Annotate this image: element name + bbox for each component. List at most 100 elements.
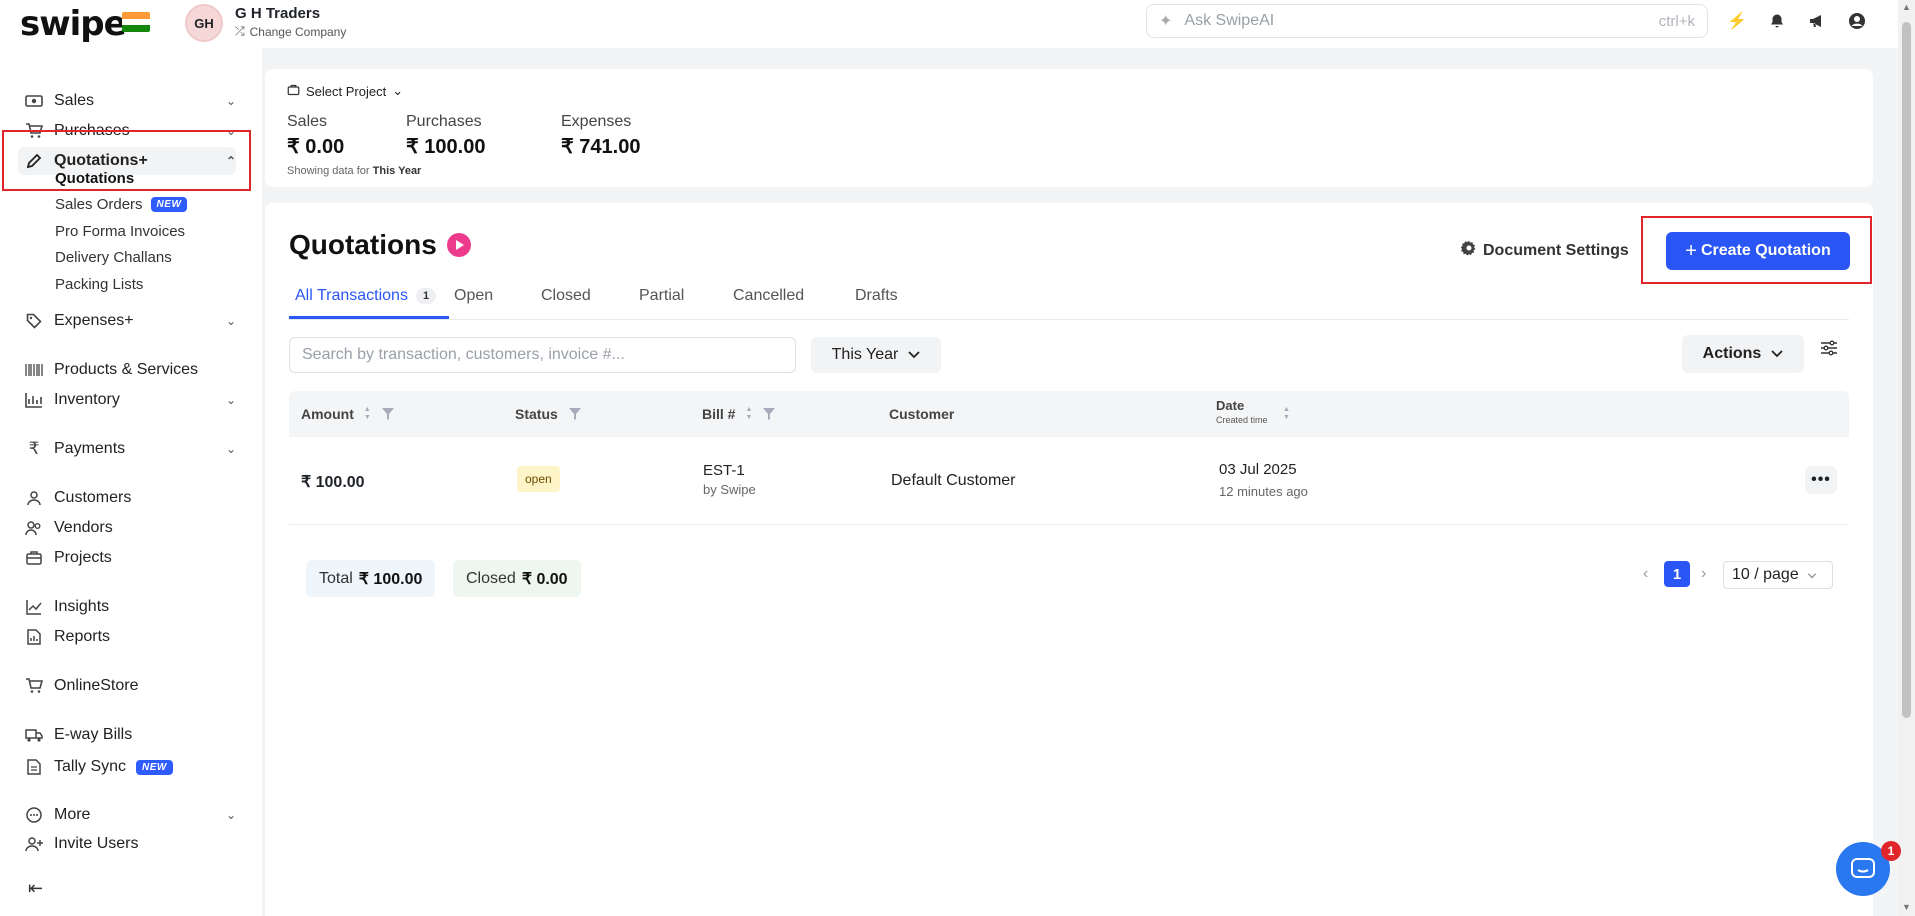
account-icon[interactable] bbox=[1846, 10, 1868, 32]
sparkle-icon: ✦ bbox=[1159, 13, 1173, 30]
transaction-search-input[interactable]: Search by transaction, customers, invoic… bbox=[289, 337, 796, 373]
sidebar-subitem-delivery-challans[interactable]: Delivery Challans bbox=[55, 249, 172, 266]
notification-badge: 1 bbox=[1881, 841, 1901, 861]
new-badge: NEW bbox=[136, 759, 173, 775]
sidebar-item-products[interactable]: Products & Services bbox=[24, 356, 236, 384]
document-settings-button[interactable]: Document Settings bbox=[1460, 240, 1629, 261]
sidebar-item-tally-sync[interactable]: Tally Sync NEW bbox=[24, 753, 236, 781]
sidebar-item-invite-users[interactable]: Invite Users bbox=[24, 830, 236, 858]
filter-icon[interactable] bbox=[762, 407, 776, 421]
report-icon bbox=[24, 627, 44, 647]
sidebar-item-customers[interactable]: Customers bbox=[24, 484, 236, 512]
chat-icon bbox=[1851, 858, 1875, 878]
stat-purchases: Purchases ₹ 100.00 bbox=[406, 113, 486, 158]
column-status[interactable]: Status bbox=[515, 406, 582, 422]
column-date[interactable]: Date Created time bbox=[1216, 399, 1268, 427]
chevron-down-icon: ⌄ bbox=[225, 808, 236, 822]
total-summary: Total ₹ 100.00 bbox=[306, 560, 436, 597]
sort-icon[interactable]: ▲ ▼ bbox=[364, 406, 371, 422]
rupee-icon: ₹ bbox=[28, 439, 40, 458]
sidebar-subitem-packing-lists[interactable]: Packing Lists bbox=[55, 276, 143, 293]
row-more-button[interactable]: ••• bbox=[1805, 466, 1837, 494]
sidebar-subitem-sales-orders[interactable]: Sales Orders NEW bbox=[55, 196, 188, 213]
tab-cancelled[interactable]: Cancelled bbox=[733, 287, 804, 305]
actions-dropdown[interactable]: Actions bbox=[1682, 335, 1804, 373]
filter-icon[interactable] bbox=[381, 407, 395, 421]
sidebar-subitem-pro-forma[interactable]: Pro Forma Invoices bbox=[55, 223, 185, 240]
tab-partial[interactable]: Partial bbox=[639, 287, 684, 305]
change-company-link[interactable]: ⤮ Change Company bbox=[235, 24, 346, 39]
row-customer: Default Customer bbox=[891, 472, 1016, 489]
page-number-button[interactable]: 1 bbox=[1664, 561, 1690, 587]
briefcase-icon bbox=[24, 548, 44, 568]
barcode-icon bbox=[24, 360, 44, 380]
chevron-down-icon: ⌄ bbox=[225, 314, 236, 328]
tab-drafts[interactable]: Drafts bbox=[855, 287, 898, 305]
chevron-down-icon bbox=[1771, 345, 1783, 363]
document-icon bbox=[24, 757, 44, 777]
users-icon bbox=[24, 518, 44, 538]
company-avatar[interactable]: GH bbox=[185, 4, 223, 42]
user-icon bbox=[24, 488, 44, 508]
tab-open[interactable]: Open bbox=[454, 287, 493, 305]
top-bar: swipe GH G H Traders ⤮ Change Company ✦ … bbox=[0, 0, 1898, 48]
sidebar-item-projects[interactable]: Projects bbox=[24, 544, 236, 572]
bell-icon[interactable] bbox=[1766, 10, 1788, 32]
column-bill[interactable]: Bill # ▲ ▼ bbox=[702, 406, 776, 422]
gear-icon bbox=[1460, 240, 1477, 261]
new-badge: NEW bbox=[150, 197, 188, 212]
swipe-logo[interactable]: swipe bbox=[20, 4, 127, 44]
tab-closed[interactable]: Closed bbox=[541, 287, 591, 305]
lightning-icon[interactable]: ⚡ bbox=[1726, 10, 1748, 32]
sidebar-item-reports[interactable]: Reports bbox=[24, 623, 236, 651]
sidebar-item-expenses[interactable]: Expenses+ ⌄ bbox=[24, 307, 236, 335]
truck-icon bbox=[24, 725, 44, 745]
tab-all-transactions[interactable]: All Transactions 1 bbox=[295, 287, 437, 305]
chevron-down-icon: ⌄ bbox=[225, 393, 236, 407]
play-video-icon[interactable] bbox=[446, 233, 471, 257]
filter-icon[interactable] bbox=[568, 407, 582, 421]
page-title: Quotations bbox=[289, 229, 471, 261]
scroll-down-icon[interactable]: ▼ bbox=[1902, 902, 1911, 912]
sidebar-item-sales[interactable]: Sales ⌄ bbox=[24, 87, 236, 115]
sidebar-item-inventory[interactable]: Inventory ⌄ bbox=[24, 386, 236, 414]
sidebar-item-onlinestore[interactable]: OnlineStore bbox=[24, 672, 236, 700]
page-scrollbar[interactable]: ▲ ▼ bbox=[1898, 0, 1915, 916]
chevron-down-icon: ⌄ bbox=[225, 442, 236, 456]
megaphone-icon[interactable] bbox=[1806, 10, 1828, 32]
stat-sales: Sales ₹ 0.00 bbox=[287, 113, 345, 158]
prev-page-icon[interactable]: ‹ bbox=[1643, 565, 1648, 583]
next-page-icon[interactable]: › bbox=[1701, 565, 1706, 583]
ask-swipeai-input[interactable]: ✦ Ask SwipeAI ctrl+k bbox=[1146, 4, 1708, 38]
chevron-down-icon bbox=[1807, 566, 1817, 584]
sort-icon[interactable]: ▲ ▼ bbox=[1283, 406, 1290, 422]
chevron-down-icon bbox=[908, 346, 920, 364]
column-settings-icon[interactable] bbox=[1820, 340, 1838, 361]
row-bill[interactable]: EST-1 by Swipe bbox=[703, 462, 756, 497]
page-size-select[interactable]: 10 / page bbox=[1723, 561, 1833, 589]
scroll-thumb[interactable] bbox=[1902, 22, 1911, 718]
project-select[interactable]: Select Project ⌄ bbox=[287, 83, 403, 99]
sidebar-item-eway-bills[interactable]: E-way Bills bbox=[24, 721, 236, 749]
company-name[interactable]: G H Traders bbox=[235, 5, 320, 22]
collapse-sidebar-icon[interactable]: ⇤ bbox=[28, 878, 43, 899]
closed-summary: Closed ₹ 0.00 bbox=[453, 560, 581, 597]
showing-period: Showing data for This Year bbox=[287, 165, 422, 177]
tab-count-badge: 1 bbox=[415, 288, 437, 304]
sidebar-item-more[interactable]: More ⌄ bbox=[24, 801, 236, 829]
sidebar-item-payments[interactable]: ₹ Payments ⌄ bbox=[24, 435, 236, 463]
column-customer[interactable]: Customer bbox=[889, 406, 954, 422]
scroll-up-icon[interactable]: ▲ bbox=[1902, 2, 1911, 12]
date-sort[interactable]: ▲ ▼ bbox=[1283, 406, 1290, 422]
sidebar-item-vendors[interactable]: Vendors bbox=[24, 514, 236, 542]
period-select[interactable]: This Year bbox=[811, 337, 941, 373]
more-circle-icon bbox=[24, 805, 44, 825]
table-row[interactable]: ₹ 100.00 open EST-1 by Swipe Default Cus… bbox=[289, 437, 1849, 525]
user-plus-icon bbox=[24, 834, 44, 854]
chart-icon bbox=[24, 597, 44, 617]
sort-icon[interactable]: ▲ ▼ bbox=[745, 406, 752, 422]
sidebar-item-insights[interactable]: Insights bbox=[24, 593, 236, 621]
column-amount[interactable]: Amount ▲ ▼ bbox=[301, 406, 395, 422]
row-date: 03 Jul 2025 12 minutes ago bbox=[1219, 461, 1308, 499]
main-panel: Quotations Document Settings + Create Qu… bbox=[265, 203, 1873, 916]
